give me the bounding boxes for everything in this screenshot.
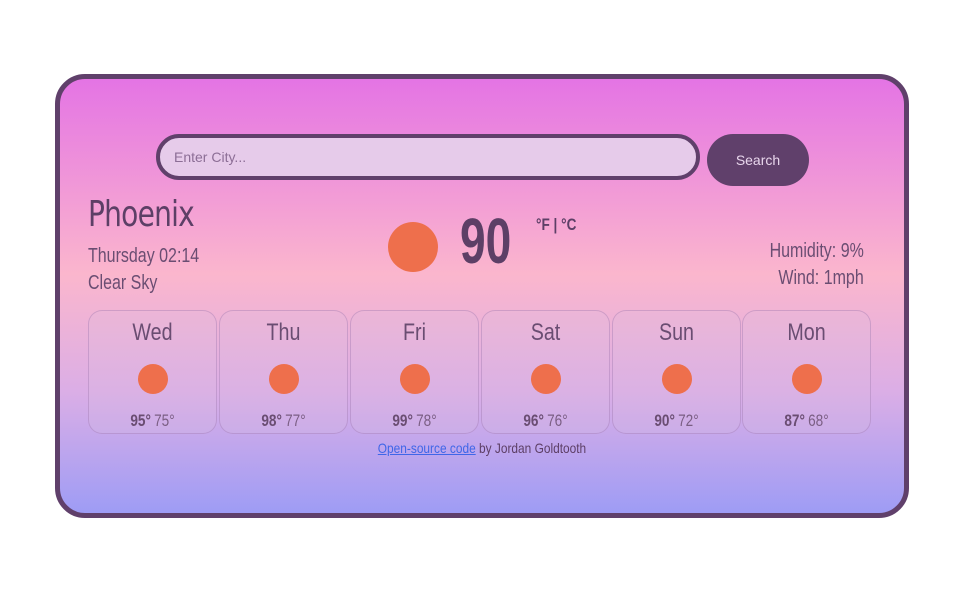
unit-toggle: °F | °C [536,215,576,235]
footer-credit: Open-source code by Jordan Goldtooth [123,440,840,456]
forecast-day-card: Wed 95° 75° [88,310,217,434]
weather-card: Search Phoenix Thursday 02:14 Clear Sky … [55,74,909,518]
forecast-day-card: Thu 98° 77° [219,310,348,434]
sun-icon [530,364,561,394]
sun-icon [661,364,692,394]
forecast-day-card: Sat 96° 76° [481,310,610,434]
current-datetime: Thursday 02:14 [88,245,200,267]
sun-icon [791,364,822,394]
forecast-temps: 98° 77° [233,411,335,431]
forecast-low: 78° [416,411,437,430]
forecast-day-card: Sun 90° 72° [612,310,741,434]
sun-icon [268,364,299,394]
forecast-day-name: Sat [530,319,561,346]
unit-separator: | [553,215,558,234]
forecast-low: 72° [678,411,699,430]
forecast-high: 98° [261,411,282,430]
forecast-high: 90° [654,411,675,430]
forecast-low: 75° [154,411,175,430]
forecast-day-name: Sun [658,319,695,346]
forecast-day-name: Fri [403,319,426,346]
forecast-high: 96° [523,411,544,430]
forecast-day-name: Thu [266,319,301,346]
sun-icon [388,222,438,272]
forecast-high: 99° [392,411,413,430]
forecast-day-card: Fri 99° 78° [350,310,479,434]
sun-icon [137,364,168,394]
forecast-temps: 96° 76° [495,411,597,431]
forecast-low: 68° [808,411,829,430]
forecast-day-name: Mon [787,319,826,346]
forecast-temps: 90° 72° [626,411,728,431]
fahrenheit-toggle[interactable]: °F [536,215,550,234]
author-credit: by Jordan Goldtooth [475,440,587,456]
sun-icon [399,364,430,394]
search-button[interactable]: Search [707,134,809,186]
wind-readout: Wind: 1mph [778,267,864,289]
celsius-toggle[interactable]: °C [561,215,576,234]
forecast-high: 95° [130,411,151,430]
forecast-low: 77° [285,411,306,430]
forecast-high: 87° [784,411,805,430]
forecast-day-card: Mon 87° 68° [742,310,871,434]
humidity-readout: Humidity: 9% [769,240,864,262]
open-source-link[interactable]: Open-source code [378,440,476,456]
search-bar: Search [156,134,816,186]
forecast-temps: 99° 78° [364,411,466,431]
city-name: Phoenix [88,194,195,235]
current-temperature: 90 [460,205,512,277]
forecast-low: 76° [547,411,568,430]
forecast-row: Wed 95° 75° Thu 98° 77° Fri 99° 78° Sat 96°… [88,310,872,436]
forecast-temps: 95° 75° [102,411,204,431]
city-search-input[interactable] [156,134,700,180]
weather-condition: Clear Sky [88,272,158,294]
forecast-temps: 87° 68° [756,411,858,431]
forecast-day-name: Wed [132,319,173,346]
